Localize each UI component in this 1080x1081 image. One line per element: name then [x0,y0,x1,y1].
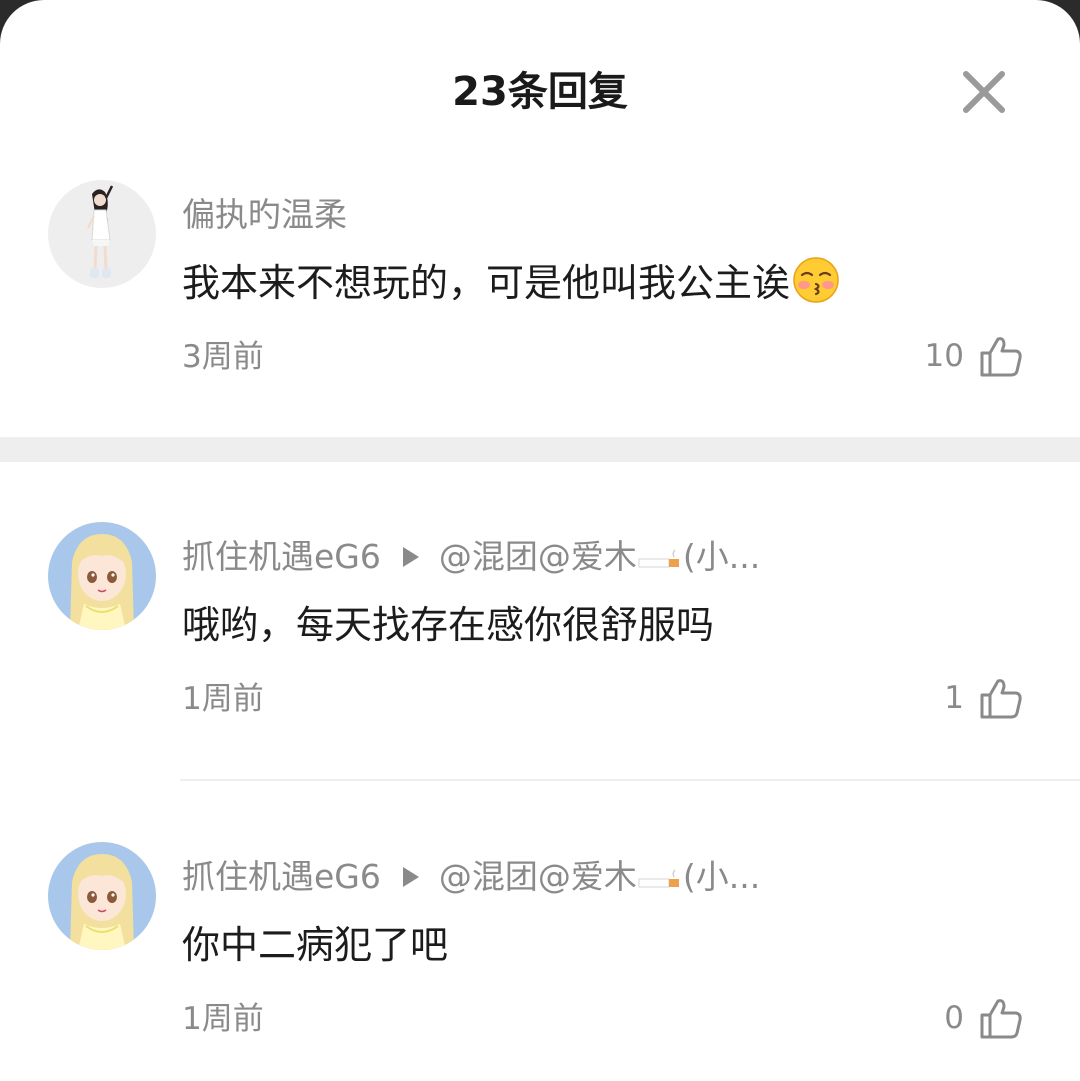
reply-to-suffix[interactable]: (小... [683,857,760,896]
play-arrow-icon [402,547,419,567]
comment-author[interactable]: 抓住机遇eG6 @混团@爱木 (小... [182,854,760,900]
comment-author[interactable]: 偏执旳温柔 [182,192,347,238]
comment-text: 哦哟，每天找存在感你很舒服吗 [182,603,715,647]
thumbs-up-icon[interactable] [978,675,1024,721]
thumbs-up-icon[interactable] [978,333,1024,379]
avatar[interactable] [48,522,156,630]
like-button[interactable]: 0 [944,994,1024,1042]
comment-text: 你中二病犯了吧 [182,923,449,967]
reply-to-name[interactable]: @混团@爱木 [439,537,637,576]
kissing-face-emoji-icon [792,256,840,304]
comment-item: 抓住机遇eG6 @混团@爱木 (小... 你中二病犯了吧 1周前 0 [0,842,1080,1062]
like-button[interactable]: 10 [925,332,1024,380]
close-icon[interactable] [956,64,1012,120]
play-arrow-icon [402,867,419,887]
comment-time: 3周前 [182,339,264,375]
comment-content: 我本来不想玩的，可是他叫我公主诶 [182,256,840,310]
comment-time: 1周前 [182,681,264,717]
comment-text: 我本来不想玩的，可是他叫我公主诶 [182,261,791,305]
replies-sheet: 23条回复 偏执旳温柔 我本来不想玩的，可是他叫我公主诶 3周前 10 抓住机遇… [0,0,1080,1081]
reply-to-name[interactable]: @混团@爱木 [439,857,637,896]
comment-content: 哦哟，每天找存在感你很舒服吗 [182,598,714,652]
author-name[interactable]: 抓住机遇eG6 [182,857,381,896]
avatar[interactable] [48,180,156,288]
author-name[interactable]: 抓住机遇eG6 [182,537,381,576]
like-button[interactable]: 1 [944,674,1024,722]
avatar[interactable] [48,842,156,950]
like-count: 1 [944,680,964,716]
reply-to-suffix[interactable]: (小... [683,537,760,576]
thumbs-up-icon[interactable] [978,995,1024,1041]
like-count: 10 [924,338,964,374]
cigarette-icon [638,869,682,889]
comment-time: 1周前 [182,1001,264,1037]
comment-item: 偏执旳温柔 我本来不想玩的，可是他叫我公主诶 3周前 10 [0,180,1080,400]
comment-author[interactable]: 抓住机遇eG6 @混团@爱木 (小... [182,534,760,580]
comment-divider [180,779,1080,781]
cigarette-icon [638,549,682,569]
like-count: 0 [944,1000,964,1036]
comment-content: 你中二病犯了吧 [182,918,448,972]
page-title: 23条回复 [452,69,628,115]
author-name[interactable]: 偏执旳温柔 [182,195,347,234]
sheet-header: 23条回复 [0,0,1080,180]
section-divider [0,437,1080,462]
comment-item: 抓住机遇eG6 @混团@爱木 (小... 哦哟，每天找存在感你很舒服吗 1周前 1 [0,522,1080,742]
